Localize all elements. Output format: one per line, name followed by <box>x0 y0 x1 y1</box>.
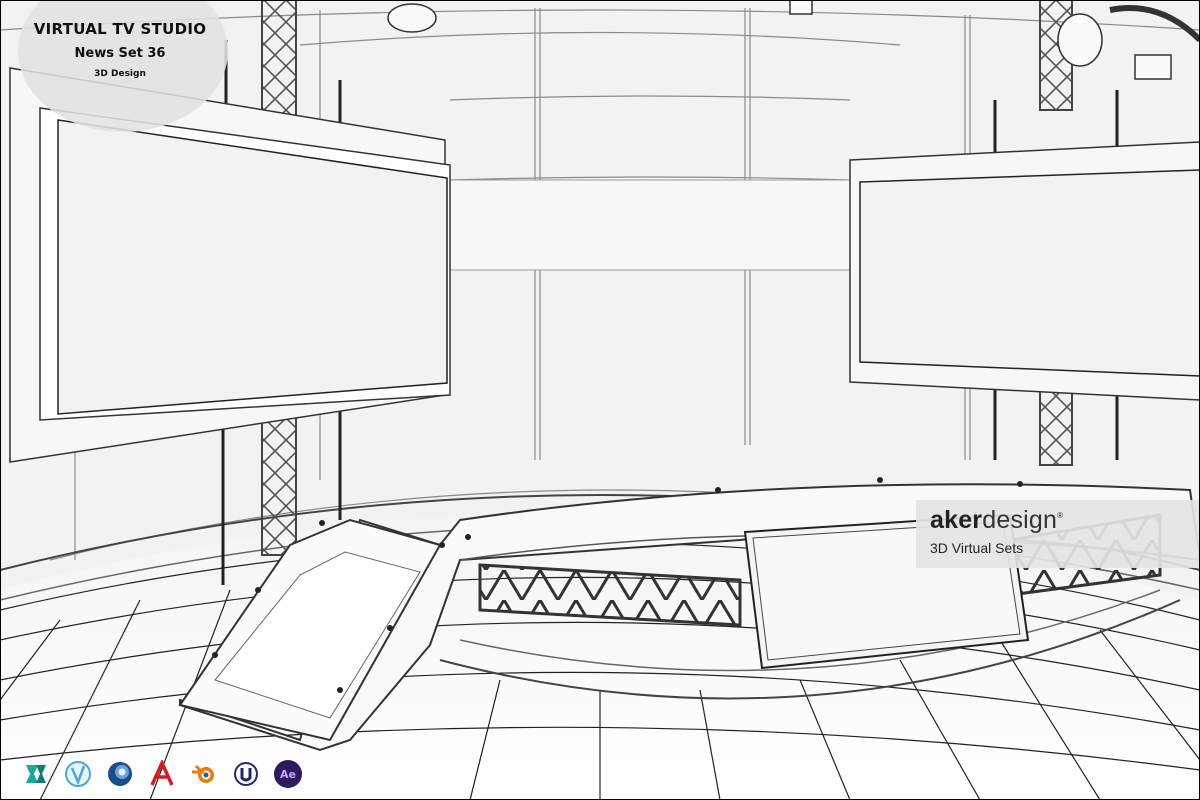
title-line-1: VIRTUAL TV STUDIO <box>33 20 207 38</box>
cinema4d-icon <box>106 760 134 788</box>
brand-registered: ® <box>1057 511 1064 520</box>
title-line-3: 3D Design <box>94 69 146 79</box>
title-line-2: News Set 36 <box>74 46 166 61</box>
brand-name: akerdesign® <box>930 506 1063 535</box>
after-effects-label: Ae <box>280 767 296 781</box>
autodesk-icon <box>148 760 176 788</box>
3ds-max-icon <box>22 760 50 788</box>
brand-watermark: akerdesign® 3D Virtual Sets <box>916 500 1200 568</box>
software-icons: Ae <box>22 760 302 788</box>
brand-tagline: 3D Virtual Sets <box>930 540 1024 556</box>
brand-name-light: design <box>982 506 1058 534</box>
unreal-engine-icon <box>232 760 260 788</box>
blender-icon <box>190 760 218 788</box>
brand-name-bold: aker <box>930 506 983 534</box>
right-video-wall <box>849 141 1200 401</box>
studio-scene <box>0 0 1200 800</box>
studio-render: VIRTUAL TV STUDIO News Set 36 3D Design … <box>0 0 1200 800</box>
after-effects-icon: Ae <box>274 760 302 788</box>
vue-icon <box>64 760 92 788</box>
